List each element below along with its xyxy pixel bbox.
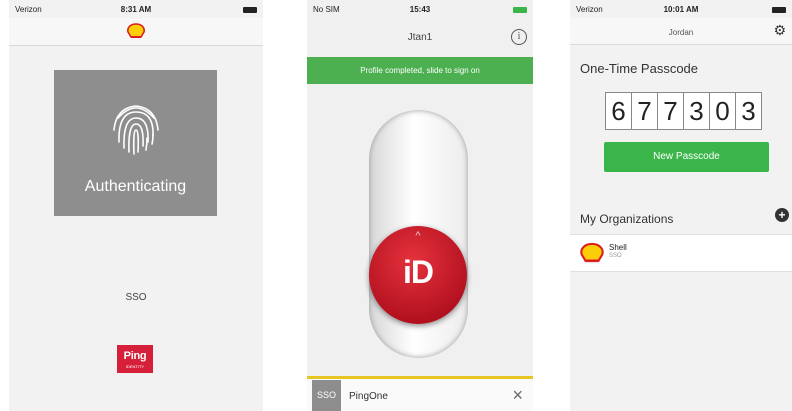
- phone-authenticating-screen: Verizon 8:31 AM Authenticating SSO Ping …: [9, 0, 263, 411]
- battery-icon: [241, 5, 257, 14]
- ping-logo-subtext: IDENTITY: [125, 364, 145, 369]
- status-bar: Verizon 10:01 AM: [570, 0, 792, 18]
- bottom-bar: SSO PingOne ×: [307, 379, 533, 411]
- my-organizations-title: My Organizations: [580, 212, 674, 226]
- gear-icon[interactable]: ⚙: [773, 22, 786, 39]
- status-time: 10:01 AM: [663, 5, 699, 14]
- new-passcode-button[interactable]: New Passcode: [604, 142, 769, 172]
- otp-digit: 7: [631, 92, 657, 130]
- id-logo: iD: [403, 254, 434, 290]
- otp-digit: 6: [605, 92, 631, 130]
- chevron-up-icon: ^: [415, 230, 421, 242]
- otp-digit: 3: [735, 92, 762, 130]
- authenticating-label: Authenticating: [84, 178, 187, 195]
- otp-display: 6 7 7 3 0 3: [605, 92, 762, 130]
- status-bar: No SIM 15:43: [307, 0, 533, 18]
- organization-name: PingOne: [349, 391, 388, 402]
- status-time: 8:31 AM: [120, 5, 152, 14]
- shell-logo-icon: [580, 242, 604, 263]
- phone-one-time-passcode-screen: Verizon 10:01 AM Jordan ⚙ One-Time Passc…: [570, 0, 792, 411]
- add-organization-icon[interactable]: +: [775, 208, 789, 222]
- organization-list-item[interactable]: Shell SSO: [570, 234, 792, 272]
- nav-bar: [9, 18, 263, 46]
- status-time: 15:43: [409, 5, 431, 14]
- otp-title: One-Time Passcode: [580, 61, 699, 76]
- authenticating-panel: Authenticating: [54, 70, 217, 216]
- shell-logo-icon: [127, 23, 145, 38]
- status-bar: Verizon 8:31 AM: [9, 0, 263, 18]
- sso-label: SSO: [125, 292, 147, 303]
- user-title: Jordan: [668, 28, 694, 37]
- fingerprint-icon: [110, 98, 162, 156]
- battery-icon: [511, 5, 527, 14]
- ping-logo-text: Ping: [123, 350, 147, 362]
- profile-completed-banner: Profile completed, slide to sign on: [307, 57, 533, 84]
- nav-bar: Jordan ⚙: [570, 18, 792, 45]
- close-icon[interactable]: ×: [512, 385, 523, 406]
- ping-identity-logo: Ping IDENTITY: [117, 345, 153, 373]
- organization-type: SSO: [609, 253, 622, 259]
- battery-icon: [770, 5, 786, 14]
- organization-name: Shell: [609, 243, 627, 252]
- info-icon[interactable]: i: [511, 29, 527, 45]
- slide-to-sign-on-handle[interactable]: ^ iD: [369, 226, 467, 324]
- otp-digit: 0: [709, 92, 735, 130]
- phone-slide-sign-on-screen: No SIM 15:43 Jtan1 i Profile completed, …: [307, 0, 533, 411]
- sso-badge: SSO: [312, 380, 341, 411]
- profile-title: Jtan1: [407, 32, 433, 43]
- nav-bar: Jtan1 i: [307, 18, 533, 56]
- otp-digit: 3: [683, 92, 709, 130]
- otp-digit: 7: [657, 92, 683, 130]
